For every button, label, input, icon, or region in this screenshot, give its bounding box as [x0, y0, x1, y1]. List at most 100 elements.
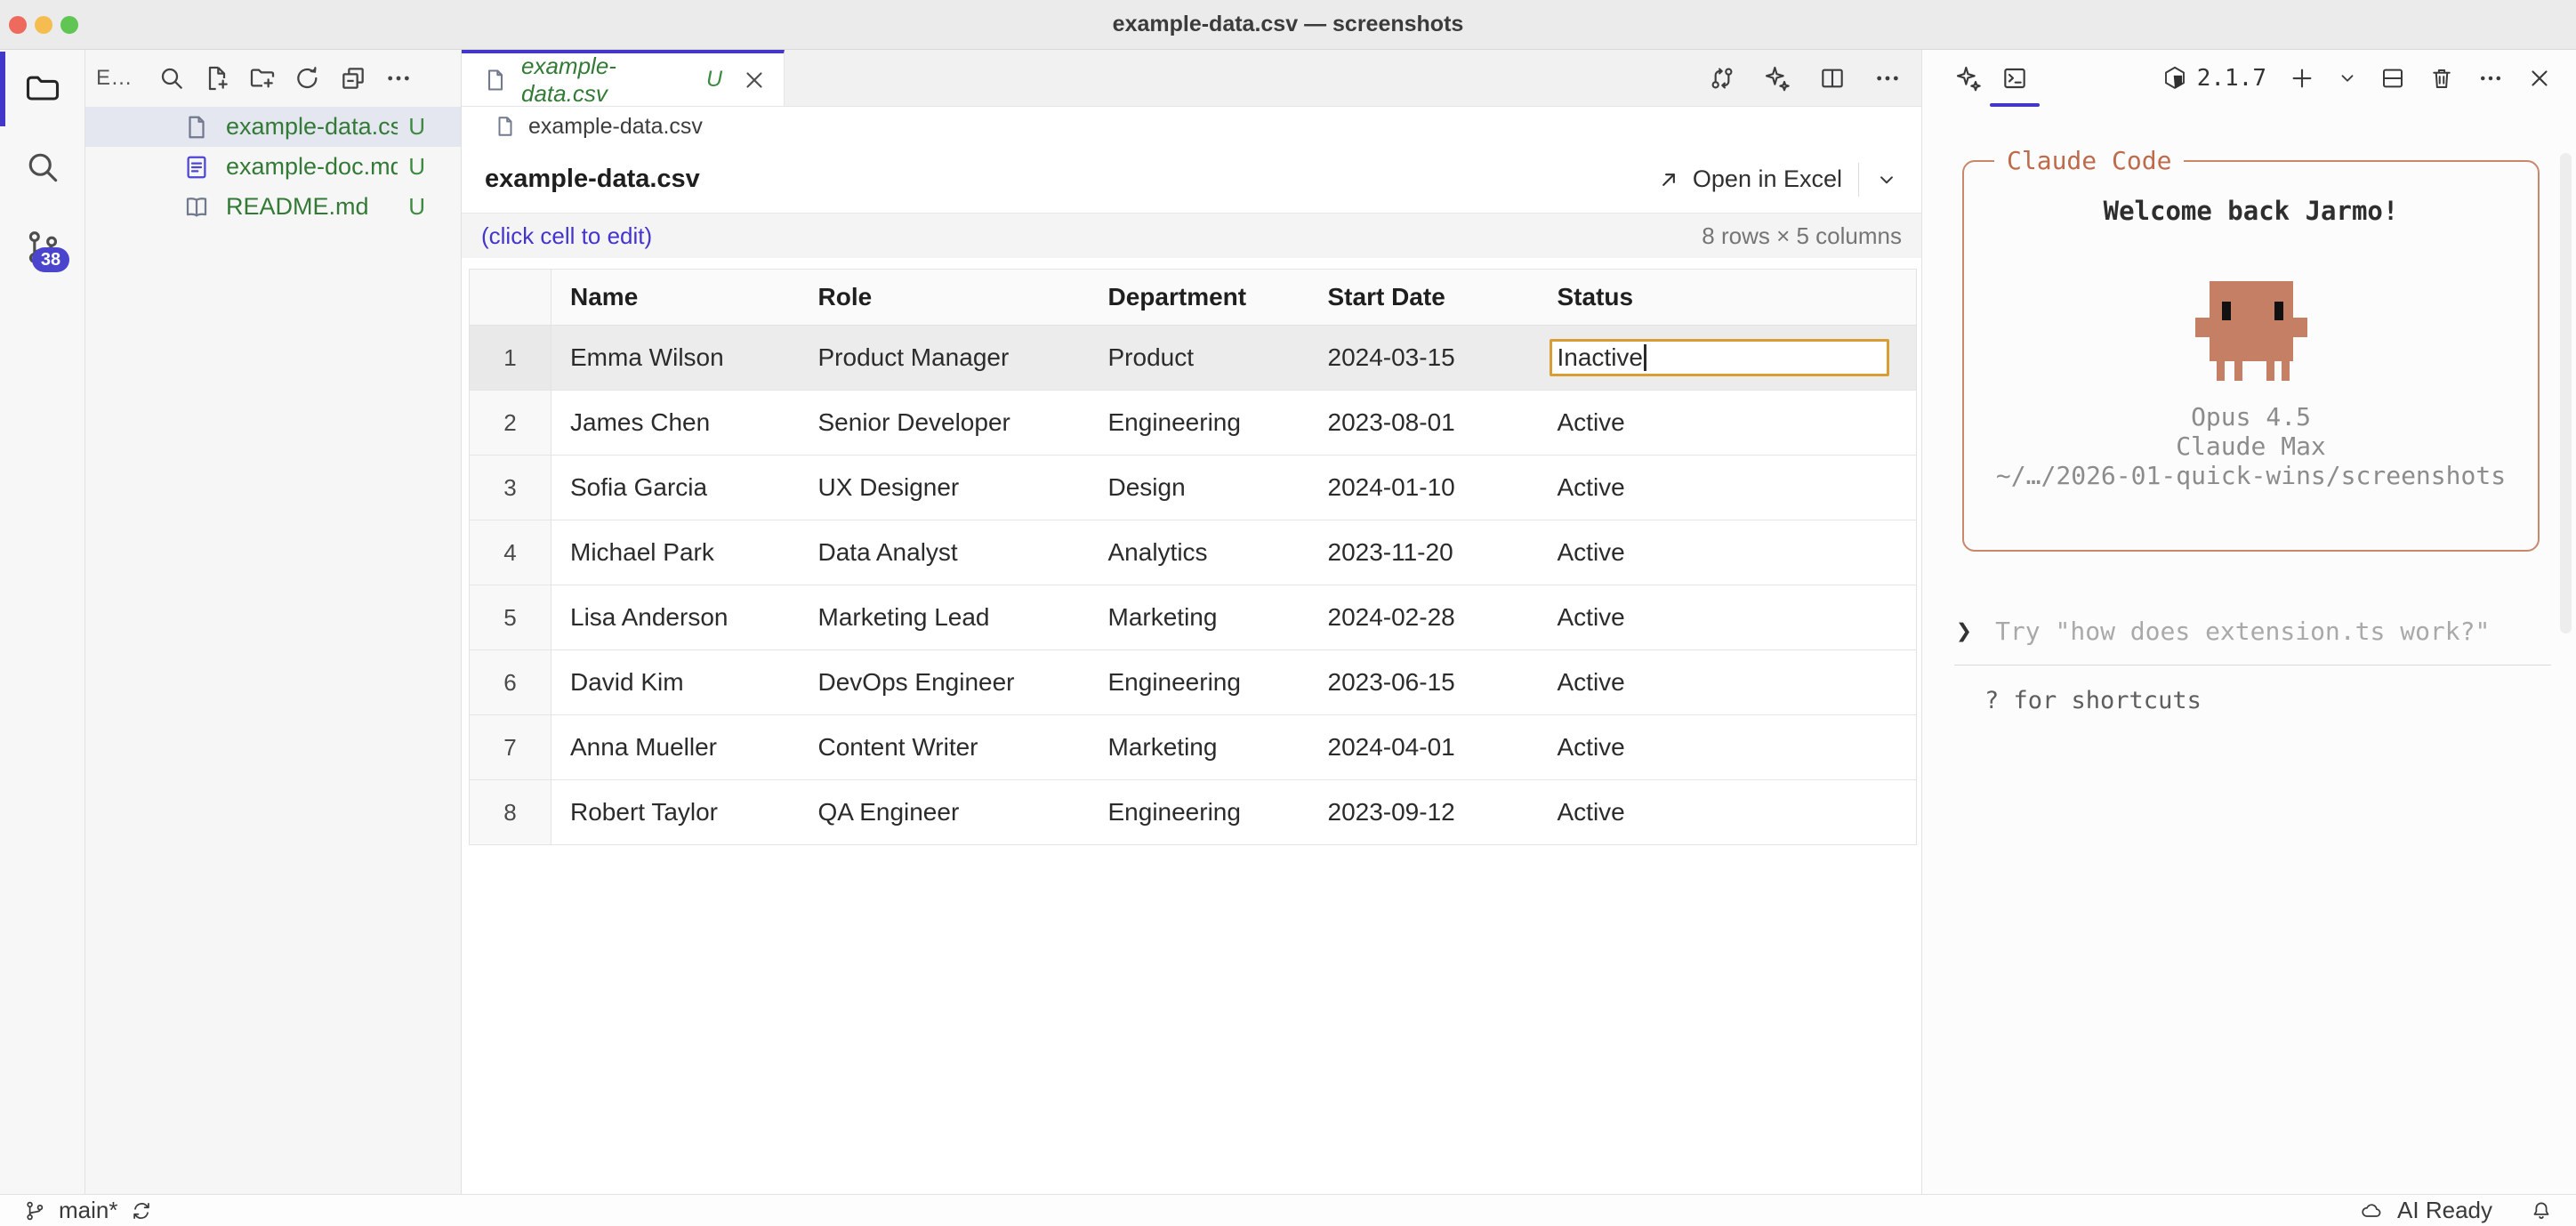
table-cell[interactable]: 2024-04-01	[1309, 715, 1539, 780]
column-header[interactable]: Role	[800, 270, 1090, 326]
table-cell[interactable]: Active	[1539, 520, 1917, 585]
zoom-window-button[interactable]	[60, 16, 78, 34]
table-cell[interactable]: UX Designer	[800, 456, 1090, 520]
column-header[interactable]: Status	[1539, 270, 1917, 326]
edit-hint-link[interactable]: (click cell to edit)	[481, 222, 652, 250]
row-number[interactable]: 4	[470, 520, 551, 585]
scrollbar[interactable]	[2560, 153, 2572, 633]
column-header[interactable]: Start Date	[1309, 270, 1539, 326]
table-cell[interactable]: Engineering	[1090, 650, 1309, 715]
open-in-excel-button[interactable]: Open in Excel	[1656, 165, 1842, 193]
table-cell[interactable]: 2024-02-28	[1309, 585, 1539, 650]
close-panel-icon[interactable]	[2526, 65, 2553, 92]
row-number[interactable]: 7	[470, 715, 551, 780]
column-header[interactable]: Department	[1090, 270, 1309, 326]
row-number[interactable]: 3	[470, 456, 551, 520]
table-cell[interactable]: 2023-11-20	[1309, 520, 1539, 585]
row-number[interactable]: 8	[470, 780, 551, 845]
table-cell[interactable]: Marketing	[1090, 585, 1309, 650]
file-item-example-data-csv[interactable]: example-data.csv U	[85, 107, 461, 147]
table-cell[interactable]: James Chen	[551, 391, 800, 456]
table-cell[interactable]: Active	[1539, 585, 1917, 650]
row-number[interactable]: 2	[470, 391, 551, 456]
split-editor-icon[interactable]	[1818, 64, 1847, 93]
ai-status-label[interactable]: AI Ready	[2397, 1197, 2492, 1224]
more-actions-icon[interactable]	[2477, 65, 2504, 92]
table-cell[interactable]: Product Manager	[800, 326, 1090, 391]
new-session-icon[interactable]	[2289, 65, 2315, 92]
close-window-button[interactable]	[9, 16, 27, 34]
search-files-icon[interactable]	[157, 64, 186, 93]
breadcrumb-item[interactable]: example-data.csv	[528, 114, 703, 140]
close-tab-icon[interactable]	[741, 67, 768, 93]
table-cell[interactable]: Content Writer	[800, 715, 1090, 780]
explorer-icon[interactable]	[23, 69, 62, 109]
git-branch-label[interactable]: main*	[59, 1197, 117, 1224]
table-cell[interactable]: Active	[1539, 780, 1917, 845]
table-cell[interactable]: 2023-06-15	[1309, 650, 1539, 715]
table-row[interactable]: 1 Emma Wilson Product Manager Product 20…	[470, 326, 1917, 391]
panel-tab-terminal[interactable]	[1992, 50, 2038, 107]
table-cell[interactable]: 2023-08-01	[1309, 391, 1539, 456]
table-row[interactable]: 6 David Kim DevOps Engineer Engineering …	[470, 650, 1917, 715]
table-row[interactable]: 2 James Chen Senior Developer Engineerin…	[470, 391, 1917, 456]
table-row[interactable]: 4 Michael Park Data Analyst Analytics 20…	[470, 520, 1917, 585]
sync-icon[interactable]	[130, 1199, 153, 1222]
split-panel-icon[interactable]	[2379, 65, 2406, 92]
table-cell[interactable]: Michael Park	[551, 520, 800, 585]
row-number[interactable]: 6	[470, 650, 551, 715]
cell-edit-input[interactable]: Inactive	[1550, 339, 1889, 376]
row-number[interactable]: 5	[470, 585, 551, 650]
refresh-icon[interactable]	[294, 64, 322, 93]
table-cell[interactable]: Active	[1539, 715, 1917, 780]
table-row[interactable]: 8 Robert Taylor QA Engineer Engineering …	[470, 780, 1917, 845]
minimize-window-button[interactable]	[35, 16, 52, 34]
table-cell[interactable]: 2023-09-12	[1309, 780, 1539, 845]
table-cell[interactable]: DevOps Engineer	[800, 650, 1090, 715]
table-row[interactable]: 3 Sofia Garcia UX Designer Design 2024-0…	[470, 456, 1917, 520]
table-cell[interactable]: 2024-01-10	[1309, 456, 1539, 520]
collapse-folders-icon[interactable]	[339, 64, 367, 93]
column-header[interactable]: Name	[551, 270, 800, 326]
file-item-example-doc-md[interactable]: example-doc.md U	[85, 147, 461, 187]
tab-example-data-csv[interactable]: example-data.csv U	[462, 50, 785, 106]
table-cell[interactable]: Data Analyst	[800, 520, 1090, 585]
new-file-icon[interactable]	[203, 64, 231, 93]
table-cell[interactable]: Engineering	[1090, 780, 1309, 845]
table-row[interactable]: 5 Lisa Anderson Marketing Lead Marketing…	[470, 585, 1917, 650]
table-cell[interactable]: Anna Mueller	[551, 715, 800, 780]
panel-tab-sparkle[interactable]	[1945, 50, 1992, 107]
sparkle-icon[interactable]	[1763, 64, 1791, 93]
git-branch-icon[interactable]	[23, 1199, 46, 1222]
chevron-down-icon[interactable]	[2338, 69, 2357, 88]
table-cell[interactable]: Active	[1539, 391, 1917, 456]
table-row[interactable]: 7 Anna Mueller Content Writer Marketing …	[470, 715, 1917, 780]
table-cell[interactable]: Senior Developer	[800, 391, 1090, 456]
breadcrumb[interactable]: example-data.csv	[462, 107, 1921, 146]
more-actions-icon[interactable]	[1873, 64, 1902, 93]
table-cell[interactable]: Inactive	[1539, 326, 1917, 391]
table-cell[interactable]: Marketing Lead	[800, 585, 1090, 650]
table-cell[interactable]: Product	[1090, 326, 1309, 391]
trash-icon[interactable]	[2428, 65, 2455, 92]
table-cell[interactable]: Analytics	[1090, 520, 1309, 585]
table-cell[interactable]: 2024-03-15	[1309, 326, 1539, 391]
table-cell[interactable]: Emma Wilson	[551, 326, 800, 391]
table-cell[interactable]: Design	[1090, 456, 1309, 520]
table-cell[interactable]: David Kim	[551, 650, 800, 715]
table-cell[interactable]: Active	[1539, 650, 1917, 715]
table-cell[interactable]: Engineering	[1090, 391, 1309, 456]
open-changes-icon[interactable]	[1708, 64, 1736, 93]
table-cell[interactable]: Sofia Garcia	[551, 456, 800, 520]
row-number[interactable]: 1	[470, 326, 551, 391]
table-cell[interactable]: Robert Taylor	[551, 780, 800, 845]
table-cell[interactable]: Active	[1539, 456, 1917, 520]
new-folder-icon[interactable]	[248, 64, 277, 93]
claude-prompt-input[interactable]: ❯ Try "how does extension.ts work?"	[1956, 616, 2549, 647]
more-actions-icon[interactable]	[384, 64, 413, 93]
table-cell[interactable]: QA Engineer	[800, 780, 1090, 845]
file-item-readme-md[interactable]: README.md U	[85, 187, 461, 227]
table-cell[interactable]: Marketing	[1090, 715, 1309, 780]
search-icon[interactable]	[23, 148, 62, 187]
chevron-down-icon[interactable]	[1875, 168, 1898, 191]
